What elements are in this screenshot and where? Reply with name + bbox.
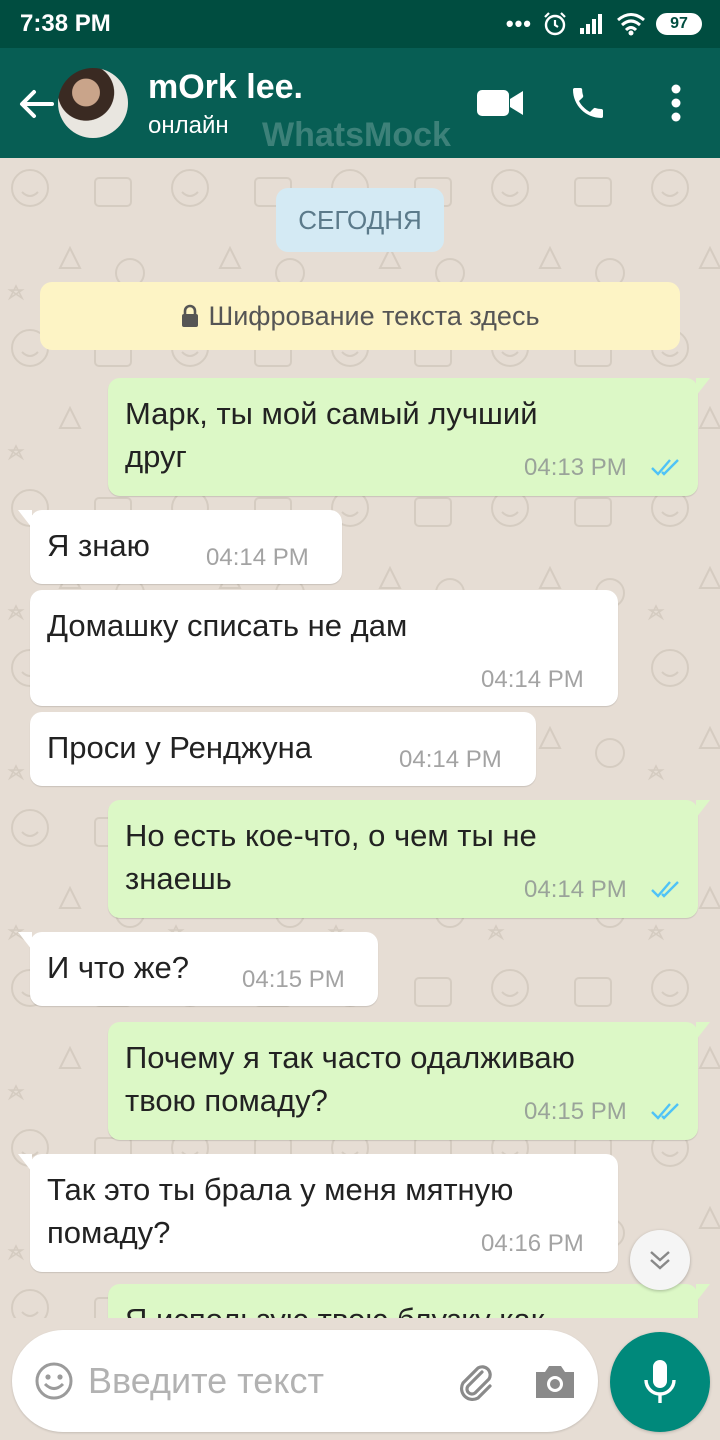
bubble-tail (18, 510, 32, 528)
encryption-notice[interactable]: Шифрование текста здесь (40, 282, 680, 350)
bubble-tail (696, 1284, 710, 1302)
message-line: знаешь (125, 861, 232, 896)
message-line: Но есть кое-что, о чем ты не (125, 818, 537, 853)
message-bubble-outgoing[interactable]: Почему я так часто одалживаю твою помаду… (108, 1022, 710, 1140)
message-bubble-incoming[interactable]: Так это ты брала у меня мятную помаду? 0… (18, 1154, 618, 1272)
battery-indicator: 97 (656, 13, 702, 35)
message-composer (12, 1330, 598, 1432)
message-line: Я знаю (47, 528, 150, 563)
message-time: 04:14 PM (481, 666, 584, 693)
read-receipt-icon (651, 881, 679, 898)
encryption-notice-text: Шифрование текста здесь (208, 300, 540, 331)
message-time: 04:15 PM (524, 1098, 627, 1125)
chat-area[interactable]: СЕГОДНЯ Шифрование текста здесь Марк, ты… (0, 158, 720, 1440)
contact-status: онлайн (148, 112, 229, 139)
message-text: Проси у Ренджуна (47, 726, 312, 769)
notification-dots: ••• (505, 11, 532, 36)
mic-icon (644, 1360, 676, 1403)
camera-icon[interactable] (532, 1360, 578, 1402)
back-arrow-icon[interactable] (14, 82, 58, 126)
bubble-tail (696, 1022, 710, 1040)
message-line: помаду? (47, 1215, 171, 1250)
message-bubble-outgoing[interactable]: Марк, ты мой самый лучший друг 04:13 PM (108, 378, 710, 496)
date-chip: СЕГОДНЯ (276, 188, 444, 252)
scroll-to-bottom-button[interactable] (630, 1230, 690, 1290)
message-line: Почему я так часто одалживаю (125, 1040, 575, 1075)
message-time: 04:15 PM (242, 966, 345, 993)
read-receipt-icon (651, 1103, 679, 1120)
voice-record-button[interactable] (610, 1332, 710, 1432)
message-bubble-incoming[interactable]: Я знаю 04:14 PM (18, 510, 342, 584)
message-line: Проси у Ренджуна (47, 730, 313, 765)
message-text: Но есть кое-что, о чем ты не знаешь (125, 814, 537, 900)
message-text: Марк, ты мой самый лучший друг (125, 392, 538, 478)
emoji-icon[interactable] (34, 1361, 74, 1401)
message-line: И что же? (47, 950, 189, 985)
video-call-icon (477, 90, 523, 116)
attach-icon[interactable] (452, 1358, 498, 1404)
phone-icon (573, 88, 603, 118)
alarm-icon (544, 12, 566, 36)
chat-header: mOrk lee. онлайн WhatsMock (0, 48, 720, 158)
contact-avatar[interactable] (58, 68, 128, 138)
watermark: WhatsMock (262, 116, 451, 154)
message-time: 04:14 PM (524, 876, 627, 903)
message-text: Так это ты брала у меня мятную помаду? (47, 1168, 513, 1254)
message-time: 04:14 PM (399, 746, 502, 773)
lock-icon (182, 304, 199, 327)
bubble-tail (696, 800, 710, 818)
status-icons: ••• 97 (506, 8, 702, 40)
wifi-icon (617, 13, 645, 36)
message-bubble-incoming[interactable]: И что же? 04:15 PM (18, 932, 378, 1006)
message-line: друг (125, 439, 187, 474)
message-line: Домашку списать не дам (47, 608, 408, 643)
message-time: 04:16 PM (481, 1230, 584, 1257)
message-bubble-incoming[interactable]: Домашку списать не дам 04:14 PM (30, 590, 618, 706)
signal-icon (580, 14, 602, 34)
bubble-tail (18, 1154, 32, 1172)
message-line: твою помаду? (125, 1083, 328, 1118)
contact-name[interactable]: mOrk lee. (148, 68, 303, 107)
status-time: 7:38 PM (20, 10, 111, 37)
message-line: Марк, ты мой самый лучший (125, 396, 538, 431)
message-time: 04:13 PM (524, 454, 627, 481)
double-chevron-down-icon (650, 1251, 670, 1270)
bubble-tail (18, 932, 32, 950)
more-options-button[interactable] (651, 78, 701, 128)
status-bar: 7:38 PM ••• 97 (0, 0, 720, 48)
message-text: Почему я так часто одалживаю твою помаду… (125, 1036, 575, 1122)
message-bubble-outgoing[interactable]: Но есть кое-что, о чем ты не знаешь 04:1… (108, 800, 710, 918)
message-text: Я знаю (47, 524, 150, 567)
message-bubble-incoming[interactable]: Проси у Ренджуна 04:14 PM (30, 712, 536, 786)
voice-call-button[interactable] (563, 78, 613, 128)
video-call-button[interactable] (475, 78, 525, 128)
more-vert-icon (671, 84, 681, 122)
message-text: Домашку списать не дам (47, 604, 407, 647)
bubble-tail (696, 378, 710, 396)
message-input[interactable] (88, 1354, 438, 1408)
message-line: Так это ты брала у меня мятную (47, 1172, 514, 1207)
message-time: 04:14 PM (206, 544, 309, 571)
message-text: И что же? (47, 946, 189, 989)
read-receipt-icon (651, 459, 679, 476)
